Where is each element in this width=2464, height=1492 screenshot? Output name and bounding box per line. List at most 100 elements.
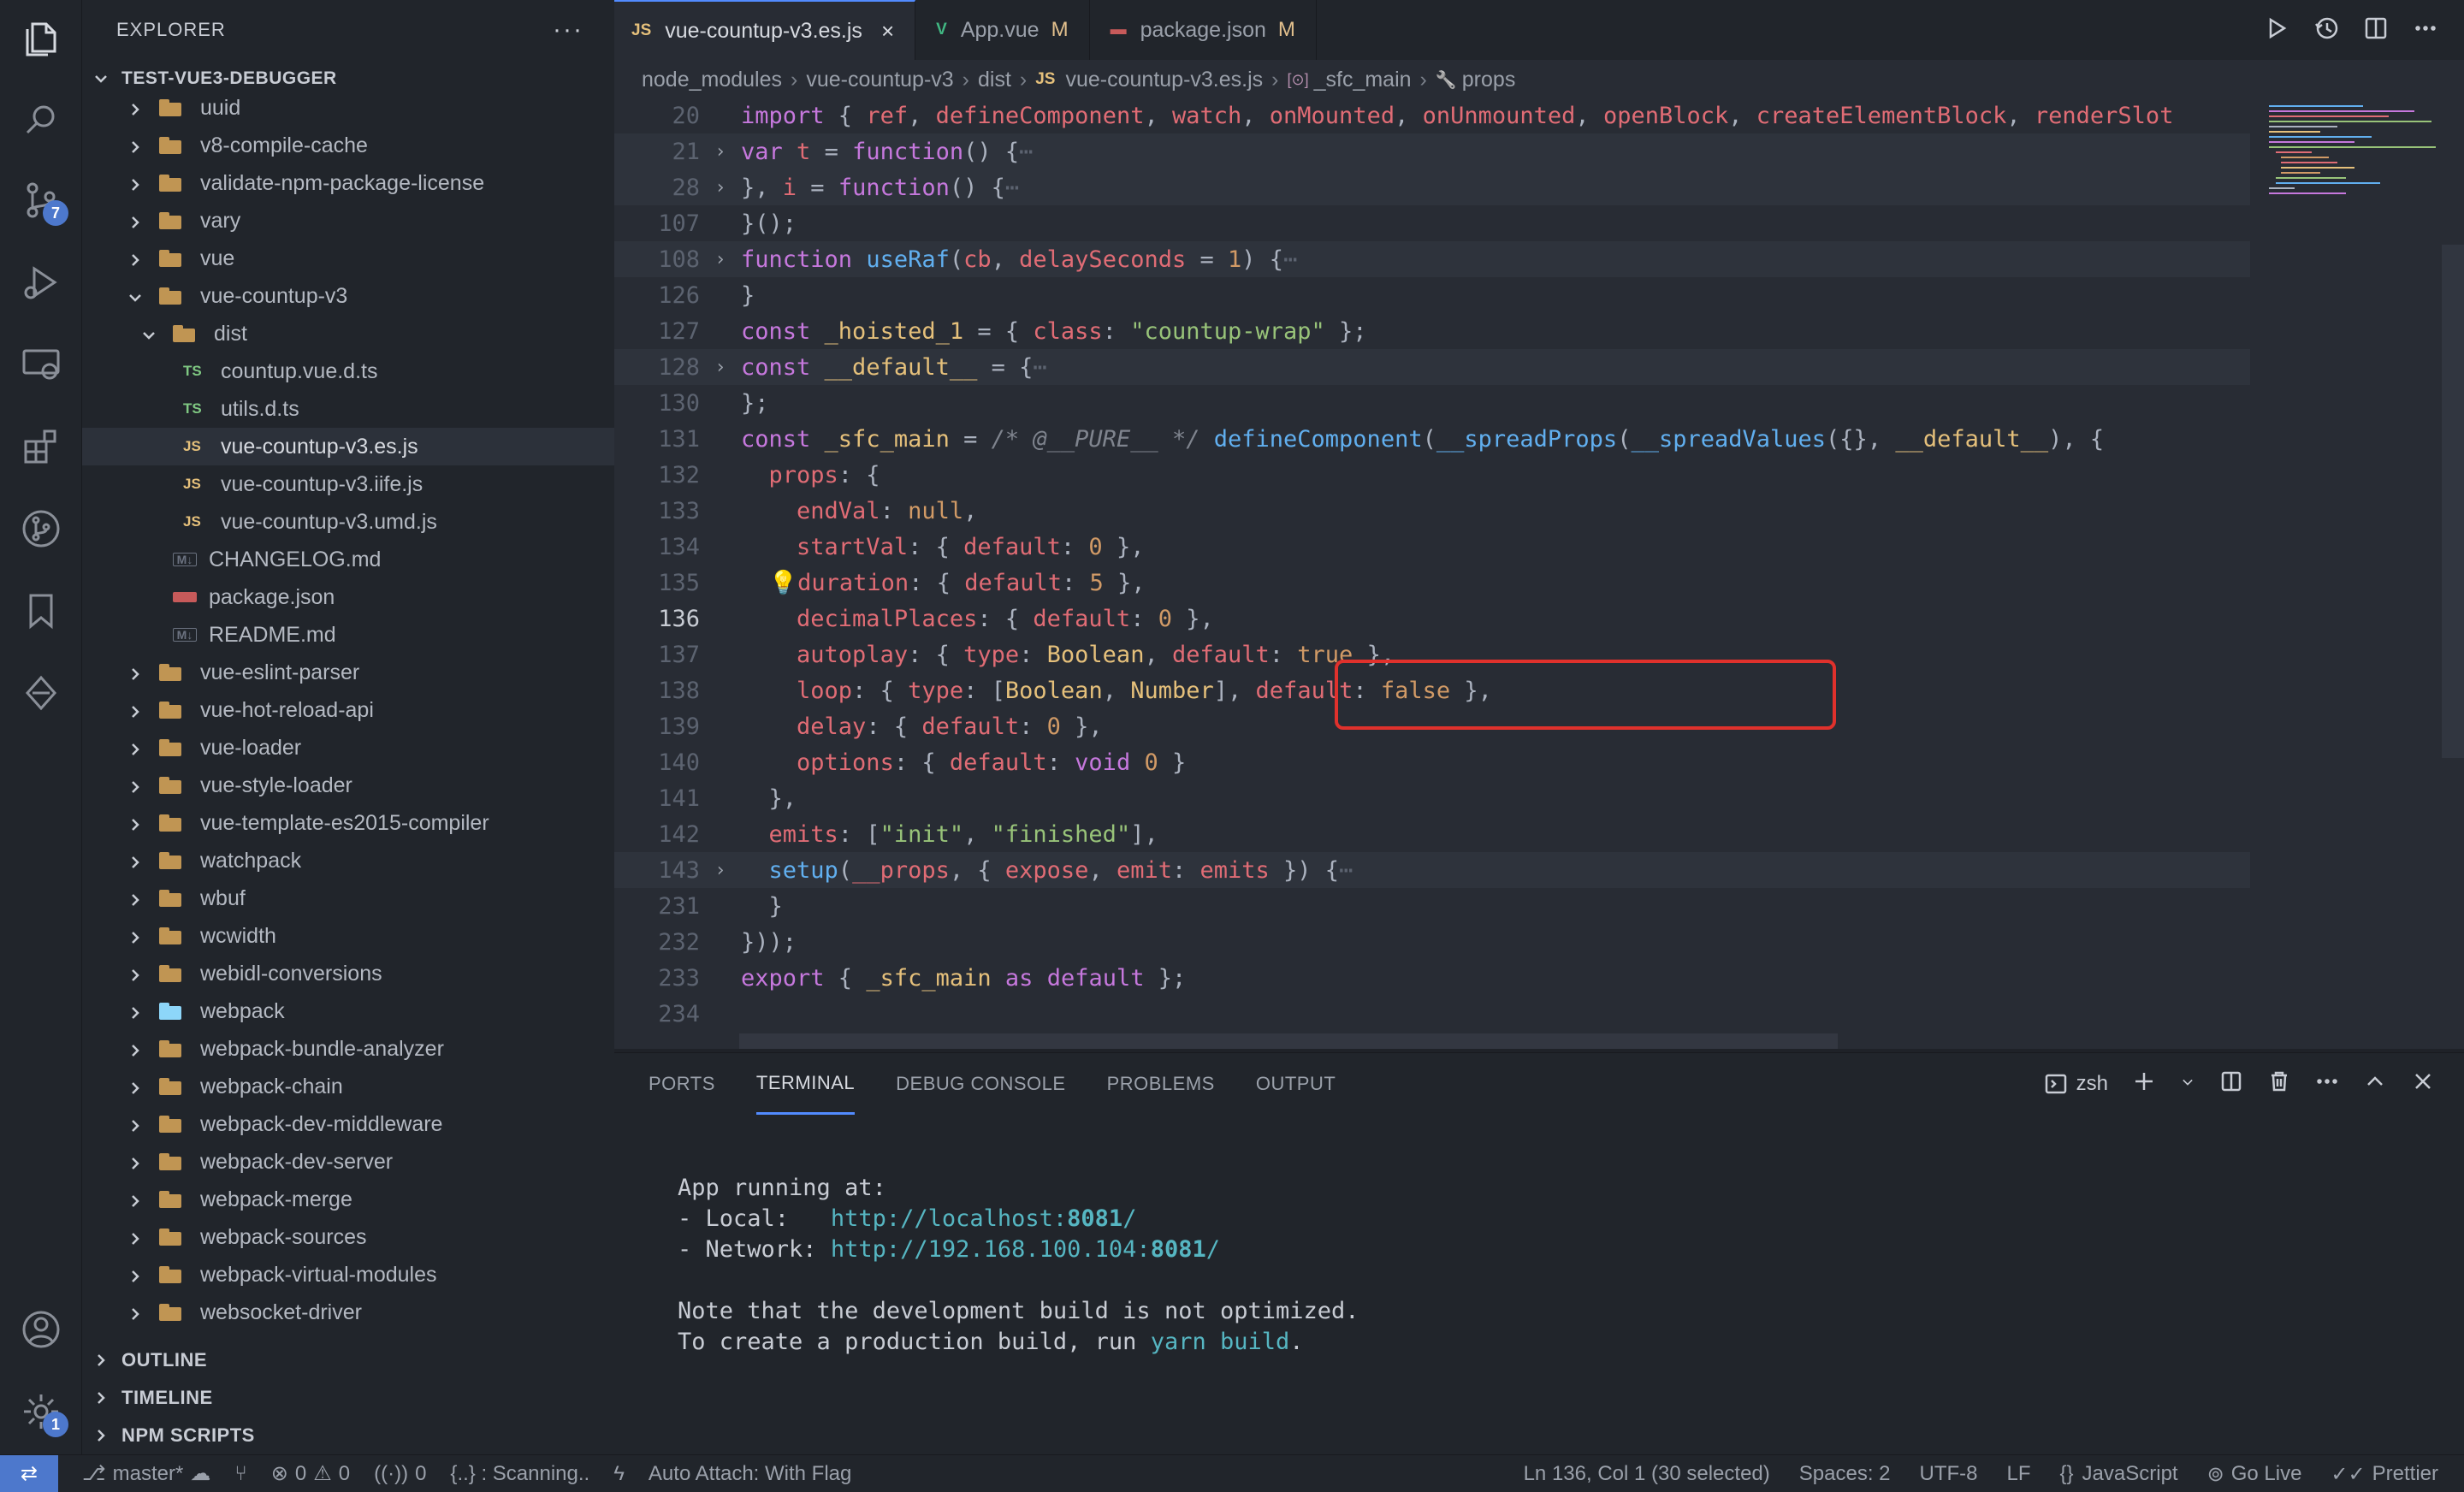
tab-output[interactable]: OUTPUT — [1256, 1053, 1336, 1115]
code-line[interactable]: 134 startVal: { default: 0 }, — [614, 529, 2250, 565]
network-url-link[interactable]: http://192.168.100.104:8081/ — [831, 1236, 1220, 1263]
editor-tab[interactable]: ▬ package.json M — [1089, 0, 1317, 60]
tree-folder[interactable]: vue-countup-v3 — [82, 277, 614, 315]
tree-folder[interactable]: v8-compile-cache — [82, 127, 614, 164]
tree-folder[interactable]: vue-loader — [82, 729, 614, 767]
ports-indicator[interactable]: ((·)) 0 — [374, 1462, 426, 1486]
prettier-indicator[interactable]: ✓✓ Prettier — [2331, 1462, 2438, 1487]
chevron-down-icon[interactable] — [2180, 1072, 2195, 1096]
breadcrumb-part[interactable]: node_modules — [642, 68, 782, 92]
split-terminal-icon[interactable] — [2219, 1069, 2243, 1099]
bookmark-icon[interactable] — [19, 589, 63, 633]
account-icon[interactable] — [19, 1307, 63, 1352]
minimap[interactable] — [2260, 99, 2440, 219]
tree-file[interactable]: M↓ README.md — [82, 616, 614, 654]
code-line[interactable]: 126} — [614, 277, 2250, 313]
indentation[interactable]: Spaces: 2 — [1799, 1462, 1891, 1486]
fold-chevron-icon[interactable]: › — [700, 357, 741, 378]
tree-file[interactable]: TS utils.d.ts — [82, 390, 614, 428]
breadcrumb-part[interactable]: vue-countup-v3 — [806, 68, 953, 92]
terminal-output[interactable]: App running at: - Local: http://localhos… — [678, 1173, 1359, 1358]
branch-indicator[interactable]: ⎇ master* ☁ — [82, 1461, 210, 1486]
fold-chevron-icon[interactable]: › — [700, 860, 741, 881]
more-icon[interactable] — [2413, 15, 2438, 45]
tab-problems[interactable]: PROBLEMS — [1107, 1053, 1215, 1115]
code-line[interactable]: 141 }, — [614, 780, 2250, 816]
code-line[interactable]: 127 const _hoisted_1 = { class: "countup-… — [614, 313, 2250, 349]
git-graph-status-icon[interactable]: ⑂ — [234, 1462, 246, 1486]
code-line[interactable]: 107}(); — [614, 205, 2250, 241]
trash-icon[interactable] — [2267, 1069, 2291, 1099]
tree-file[interactable]: JS vue-countup-v3.umd.js — [82, 503, 614, 541]
tree-folder[interactable]: websocket-driver — [82, 1294, 614, 1331]
tab-terminal[interactable]: TERMINAL — [755, 1053, 856, 1115]
code-line[interactable]: 232})); — [614, 924, 2250, 960]
tree-folder[interactable]: webpack-dev-server — [82, 1143, 614, 1181]
source-control-icon[interactable]: 7 — [19, 178, 68, 226]
tree-folder[interactable]: webidl-conversions — [82, 955, 614, 992]
npm-scripts-section[interactable]: NPM SCRIPTS — [82, 1417, 614, 1454]
breadcrumb-part[interactable]: dist — [978, 68, 1011, 92]
vertical-scrollbar[interactable] — [2442, 245, 2464, 758]
fold-chevron-icon[interactable]: › — [700, 249, 741, 270]
tree-file[interactable]: M↓ CHANGELOG.md — [82, 541, 614, 578]
git-graph-icon[interactable] — [19, 506, 63, 551]
terminal-shell-selector[interactable]: zsh — [2044, 1072, 2108, 1096]
language-mode[interactable]: {} JavaScript — [2060, 1462, 2178, 1486]
code-line[interactable]: 136 decimalPlaces: { default: 0 }, — [614, 601, 2250, 636]
tab-ports[interactable]: PORTS — [649, 1053, 715, 1115]
run-icon[interactable] — [2264, 15, 2289, 45]
code-line[interactable]: 234 — [614, 996, 2250, 1032]
horizontal-scrollbar[interactable] — [739, 1033, 1838, 1049]
scanning-indicator[interactable]: {..} : Scanning.. — [450, 1462, 589, 1486]
code-line[interactable]: 231 } — [614, 888, 2250, 924]
code-line[interactable]: 132 props: { — [614, 457, 2250, 493]
tree-folder[interactable]: validate-npm-package-license — [82, 164, 614, 202]
tab-debug-console[interactable]: DEBUG CONSOLE — [896, 1053, 1065, 1115]
tree-folder[interactable]: webpack-virtual-modules — [82, 1256, 614, 1294]
tree-folder[interactable]: webpack-sources — [82, 1218, 614, 1256]
settings-gear-icon[interactable]: 1 — [19, 1389, 68, 1437]
explorer-icon[interactable] — [19, 17, 63, 62]
tree-folder[interactable]: webpack-chain — [82, 1068, 614, 1105]
fold-chevron-icon[interactable]: › — [700, 177, 741, 198]
history-icon[interactable] — [2313, 15, 2339, 45]
tree-file[interactable]: JS vue-countup-v3.es.js — [82, 428, 614, 465]
editor-tab[interactable]: JS vue-countup-v3.es.js × — [614, 0, 916, 60]
code-editor[interactable]: 20 import { ref, defineComponent, watch, … — [614, 99, 2464, 1049]
close-tab-icon[interactable]: × — [881, 18, 894, 44]
tree-folder[interactable]: webpack-dev-middleware — [82, 1105, 614, 1143]
tree-file[interactable]: package.json — [82, 578, 614, 616]
code-line[interactable]: 21 › var t = function() {⋯ — [614, 133, 2250, 169]
tree-folder[interactable]: vary — [82, 202, 614, 240]
editor-tab[interactable]: V App.vue M — [915, 0, 1090, 60]
remote-explorer-icon[interactable] — [19, 342, 63, 387]
go-live-button[interactable]: ⊚ Go Live — [2207, 1462, 2302, 1487]
code-line[interactable]: 28 ›}, i = function() {⋯ — [614, 169, 2250, 205]
tree-folder[interactable]: watchpack — [82, 842, 614, 879]
tree-folder[interactable]: webpack-merge — [82, 1181, 614, 1218]
new-terminal-icon[interactable] — [2132, 1069, 2156, 1099]
tree-folder[interactable]: vue-eslint-parser — [82, 654, 614, 691]
code-line[interactable]: 140 options: { default: void 0 } — [614, 744, 2250, 780]
maximize-panel-icon[interactable] — [2363, 1069, 2387, 1099]
run-debug-icon[interactable] — [19, 260, 63, 305]
fold-chevron-icon[interactable]: › — [700, 141, 741, 163]
breadcrumb-symbol[interactable]: _sfc_main — [1314, 68, 1412, 92]
auto-attach-indicator[interactable]: Auto Attach: With Flag — [649, 1462, 851, 1486]
code-line[interactable]: 128 › const __default__ = {⋯ — [614, 349, 2250, 385]
search-icon[interactable] — [19, 98, 63, 142]
remote-indicator-icon[interactable]: ⇄ — [0, 1454, 58, 1492]
cursor-position[interactable]: Ln 136, Col 1 (30 selected) — [1524, 1462, 1770, 1486]
tree-folder[interactable]: vue-template-es2015-compiler — [82, 804, 614, 842]
timeline-icon[interactable] — [19, 671, 63, 715]
tree-folder[interactable]: vue-hot-reload-api — [82, 691, 614, 729]
breadcrumb-prop[interactable]: props — [1462, 68, 1516, 92]
close-panel-icon[interactable] — [2411, 1069, 2435, 1099]
code-line[interactable]: 143 › setup(__props, { expose, emit: emit… — [614, 852, 2250, 888]
more-icon[interactable] — [2315, 1069, 2339, 1099]
tree-folder[interactable]: vue — [82, 240, 614, 277]
problems-indicator[interactable]: ⊗ 0 ⚠ 0 — [271, 1461, 350, 1486]
code-line[interactable]: 130}; — [614, 385, 2250, 421]
code-line[interactable]: 20 import { ref, defineComponent, watch, … — [614, 99, 2250, 133]
